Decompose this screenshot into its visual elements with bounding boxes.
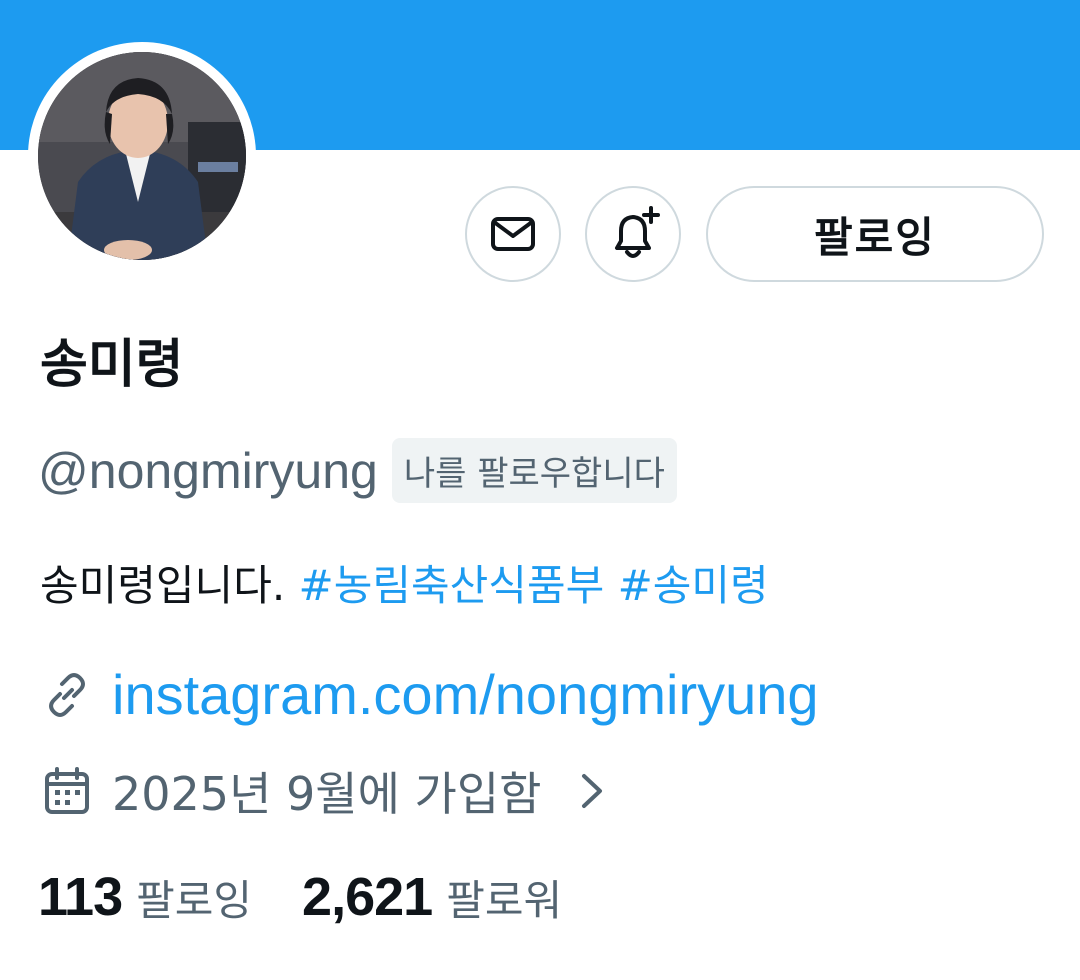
avatar-ring [28, 42, 256, 270]
bio-text: 송미령입니다. [40, 561, 299, 610]
bio: 송미령입니다. #농림축산식품부 #송미령 [40, 552, 769, 613]
link-icon [49, 672, 85, 717]
avatar[interactable] [38, 52, 246, 260]
bell-plus-icon [615, 206, 660, 258]
notify-button[interactable] [585, 186, 681, 282]
handle-row: @nongmiryung 나를 팔로우합니다 [38, 438, 677, 503]
website-row: instagram.com/nongmiryung [40, 662, 819, 727]
followers-count: 2,621 [302, 867, 433, 927]
mail-icon [491, 217, 535, 251]
followers-stat[interactable]: 2,621 팔로워 [302, 866, 562, 928]
following-stat[interactable]: 113 팔로잉 [38, 866, 252, 928]
chevron-right-icon [581, 774, 602, 808]
followers-label: 팔로워 [446, 876, 563, 925]
follows-you-badge: 나를 팔로우합니다 [391, 438, 677, 503]
display-name: 송미령 [40, 335, 184, 395]
following-label: 팔로잉 [136, 876, 253, 925]
profile-page: 팔로잉 송미령 @nongmiryung 나를 팔로우합니다 송미령입니다. #… [0, 0, 1080, 980]
avatar-photo [38, 52, 246, 260]
joined-date: 2025년 9월에 가입함 [112, 767, 542, 821]
hashtag-link[interactable]: #송미령 [618, 561, 769, 610]
following-button[interactable]: 팔로잉 [706, 186, 1044, 282]
follow-stats: 113 팔로잉 2,621 팔로워 [38, 866, 562, 928]
message-button[interactable] [465, 186, 561, 282]
calendar-icon [45, 767, 89, 814]
hashtag-link[interactable]: #농림축산식품부 [299, 561, 605, 610]
following-count: 113 [38, 867, 123, 927]
handle: @nongmiryung [38, 442, 378, 499]
joined-row[interactable]: 2025년 9월에 가입함 [40, 758, 610, 824]
website-link[interactable]: instagram.com/nongmiryung [112, 662, 819, 727]
